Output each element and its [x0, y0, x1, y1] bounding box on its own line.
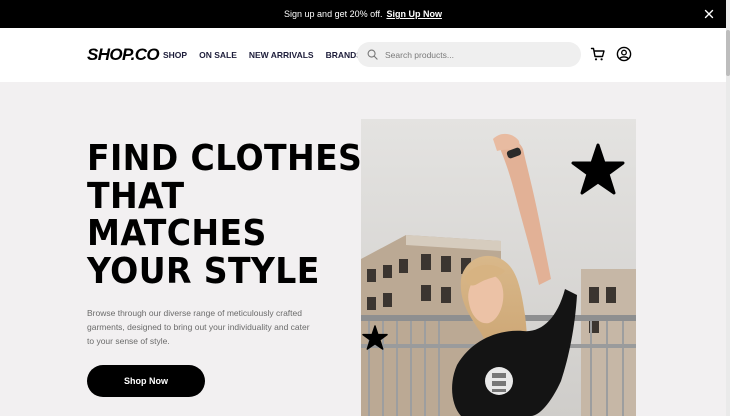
site-header: SHOP.CO SHOP ON SALE NEW ARRIVALS BRANDS: [0, 28, 726, 82]
star-icon: [571, 143, 625, 195]
headline-line: YOUR STYLE: [87, 250, 320, 292]
logo[interactable]: SHOP.CO: [87, 45, 160, 65]
nav-new-arrivals[interactable]: NEW ARRIVALS: [249, 50, 314, 60]
hero-headline: FIND CLOTHES THAT MATCHES YOUR STYLE: [87, 138, 363, 292]
hero-section: FIND CLOTHES THAT MATCHES YOUR STYLE Bro…: [0, 82, 726, 416]
search-input[interactable]: [385, 49, 565, 60]
close-icon[interactable]: [702, 7, 716, 21]
account-icon[interactable]: [616, 46, 632, 62]
star-icon: [362, 325, 388, 350]
main-nav: SHOP ON SALE NEW ARRIVALS BRANDS: [163, 50, 374, 60]
cart-icon[interactable]: [590, 46, 606, 62]
scrollbar-thumb[interactable]: [726, 30, 730, 76]
shop-now-button[interactable]: Shop Now: [87, 365, 205, 397]
scrollbar[interactable]: [726, 0, 730, 416]
nav-on-sale[interactable]: ON SALE: [199, 50, 237, 60]
sign-up-link[interactable]: Sign Up Now: [386, 9, 442, 19]
headline-line: MATCHES: [87, 213, 267, 254]
headline-line: FIND CLOTHES: [87, 138, 363, 179]
nav-shop[interactable]: SHOP: [163, 50, 187, 60]
promo-text: Sign up and get 20% off.: [284, 9, 383, 19]
hero-subtitle: Browse through our diverse range of meti…: [87, 308, 310, 346]
search-bar[interactable]: [357, 42, 581, 67]
headline-line: THAT: [87, 175, 185, 217]
search-icon: [367, 49, 378, 60]
promo-bar: Sign up and get 20% off. Sign Up Now: [0, 0, 726, 28]
